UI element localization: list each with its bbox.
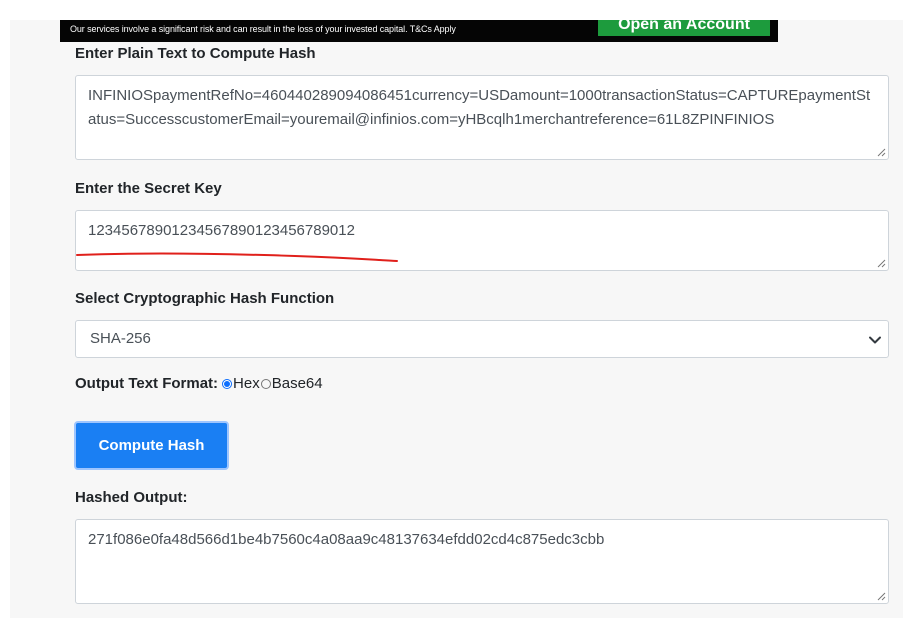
secret-key-label: Enter the Secret Key [75,180,222,197]
output-format-group: Output Text Format: Hex Base64 [75,375,323,392]
resize-handle-icon[interactable] [877,148,886,157]
hex-radio-label[interactable]: Hex [233,375,260,392]
hashed-output-label: Hashed Output: [75,489,188,506]
resize-handle-icon[interactable] [877,592,886,601]
compute-hash-button[interactable]: Compute Hash [74,421,229,470]
output-format-label: Output Text Format: [75,375,219,392]
hash-function-label: Select Cryptographic Hash Function [75,290,335,307]
hash-function-value: SHA-256 [90,330,151,347]
hashed-output-textarea[interactable]: 271f086e0fa48d566d1be4b7560c4a08aa9c4813… [75,519,889,604]
hashed-output-value: 271f086e0fa48d566d1be4b7560c4a08aa9c4813… [88,531,605,548]
secret-key-value: 12345678901234567890123456789012 [88,222,355,239]
chevron-down-icon [869,336,881,344]
red-underline-annotation [76,252,398,262]
ad-banner[interactable]: Our services involve a significant risk … [60,20,778,42]
plain-text-label: Enter Plain Text to Compute Hash [75,45,316,62]
plain-text-value: INFINIOSpaymentRefNo=460440289094086451c… [88,87,871,128]
open-account-button[interactable]: Open an Account [598,20,770,36]
base64-radio[interactable] [260,378,271,389]
hash-function-select[interactable]: SHA-256 [75,320,889,358]
ad-disclaimer: Our services involve a significant risk … [70,24,456,34]
resize-handle-icon[interactable] [877,259,886,268]
plain-text-input[interactable]: INFINIOSpaymentRefNo=460440289094086451c… [75,75,889,160]
hex-radio[interactable] [222,378,233,389]
base64-radio-label[interactable]: Base64 [272,375,323,392]
